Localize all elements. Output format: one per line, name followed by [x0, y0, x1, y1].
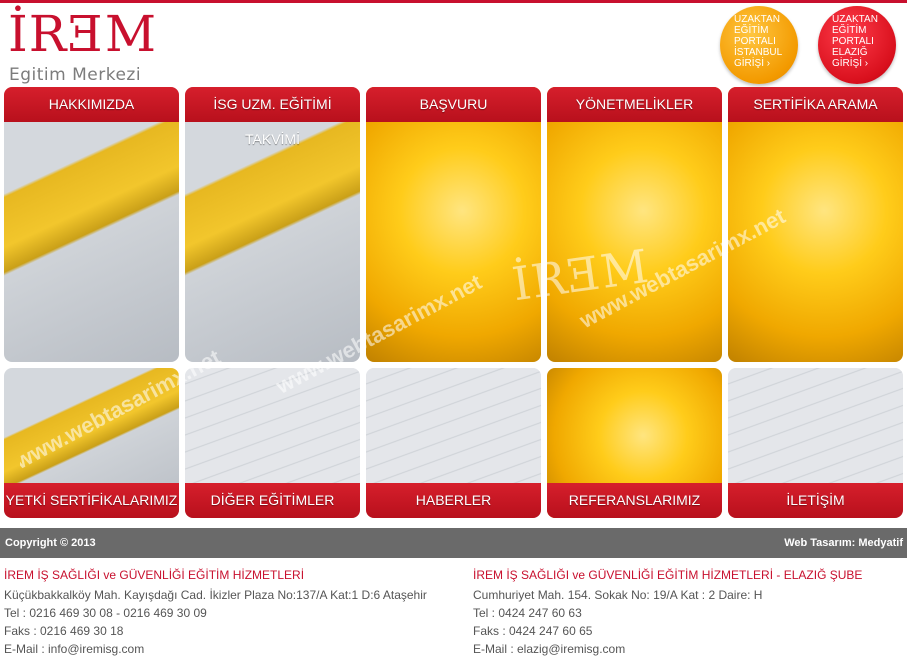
tile-iletisim[interactable]: İLETİŞİM	[728, 368, 903, 518]
footer-bar: Copyright © 2013 Web Tasarım: Medyatif	[0, 528, 907, 558]
tile-label: YÖNETMELİKLER	[547, 87, 722, 122]
email-line[interactable]: E-Mail : elazig@iremisg.com	[473, 640, 903, 658]
address-line: Küçükbakkalköy Mah. Kayışdağı Cad. İkizl…	[4, 588, 427, 602]
address-heading: İREM İŞ SAĞLIĞI ve GÜVENLİĞİ EĞİTİM HİZM…	[4, 568, 305, 582]
elazig-portal-button[interactable]: UZAKTAN EĞİTİM PORTALI ELAZIĞ GİRİŞİ ›	[818, 6, 896, 84]
top-accent-line	[0, 0, 907, 3]
site-logo[interactable]: İRƎM Egitim Merkezi	[6, 8, 166, 88]
address-line: Cumhuriyet Mah. 154. Sokak No: 19/A Kat …	[473, 588, 763, 602]
tile-label: HABERLER	[366, 483, 541, 518]
fax-line: Faks : 0424 247 60 65	[473, 624, 593, 638]
fax-line: Faks : 0216 469 30 18	[4, 624, 124, 638]
tile-sertifika-arama[interactable]: SERTİFİKA ARAMA	[728, 87, 903, 362]
tile-haberler[interactable]: HABERLER	[366, 368, 541, 518]
tile-diger-egitimler[interactable]: DİĞER EĞİTİMLER	[185, 368, 360, 518]
design-credit-link[interactable]: Web Tasarım: Medyatif	[784, 537, 903, 549]
tile-label: SERTİFİKA ARAMA	[728, 87, 903, 122]
tile-label: YETKİ SERTİFİKALARIMIZ	[4, 483, 179, 518]
tile-basvuru[interactable]: BAŞVURU	[366, 87, 541, 362]
tile-isg-takvimi[interactable]: İSG UZM. EĞİTİMİ TAKVİMİ	[185, 87, 360, 362]
address-elazig: İREM İŞ SAĞLIĞI ve GÜVENLİĞİ EĞİTİM HİZM…	[473, 566, 903, 658]
istanbul-portal-button[interactable]: UZAKTAN EĞİTİM PORTALI İSTANBUL GİRİŞİ ›	[720, 6, 798, 84]
logo-wordmark: İRƎM	[8, 5, 158, 63]
address-heading: İREM İŞ SAĞLIĞI ve GÜVENLİĞİ EĞİTİM HİZM…	[473, 568, 863, 582]
istanbul-portal-label: UZAKTAN EĞİTİM PORTALI İSTANBUL GİRİŞİ ›	[734, 14, 782, 69]
tile-label: DİĞER EĞİTİMLER	[185, 483, 360, 518]
phone-line: Tel : 0216 469 30 08 - 0216 469 30 09	[4, 606, 207, 620]
nav-tile-grid: HAKKIMIZDA İSG UZM. EĞİTİMİ TAKVİMİ BAŞV…	[4, 87, 904, 519]
tile-yetki-sertifikalari[interactable]: YETKİ SERTİFİKALARIMIZ	[4, 368, 179, 518]
tile-label: BAŞVURU	[366, 87, 541, 122]
address-istanbul: İREM İŞ SAĞLIĞI ve GÜVENLİĞİ EĞİTİM HİZM…	[4, 566, 444, 658]
tile-yonetmelikler[interactable]: YÖNETMELİKLER	[547, 87, 722, 362]
tile-label: İLETİŞİM	[728, 483, 903, 518]
tile-photo	[4, 87, 179, 362]
tile-label: İSG UZM. EĞİTİMİ TAKVİMİ	[185, 87, 360, 147]
tile-photo	[728, 87, 903, 362]
copyright-text: Copyright © 2013	[5, 537, 96, 549]
elazig-portal-label: UZAKTAN EĞİTİM PORTALI ELAZIĞ GİRİŞİ ›	[832, 14, 878, 69]
tile-photo	[547, 87, 722, 362]
logo-subtitle: Egitim Merkezi	[9, 65, 142, 85]
tile-hakkimizda[interactable]: HAKKIMIZDA	[4, 87, 179, 362]
tile-referanslarimiz[interactable]: REFERANSLARIMIZ	[547, 368, 722, 518]
tile-photo	[366, 87, 541, 362]
phone-line: Tel : 0424 247 60 63	[473, 606, 582, 620]
tile-label: HAKKIMIZDA	[4, 87, 179, 122]
email-line[interactable]: E-Mail : info@iremisg.com	[4, 640, 444, 658]
tile-label: REFERANSLARIMIZ	[547, 483, 722, 518]
